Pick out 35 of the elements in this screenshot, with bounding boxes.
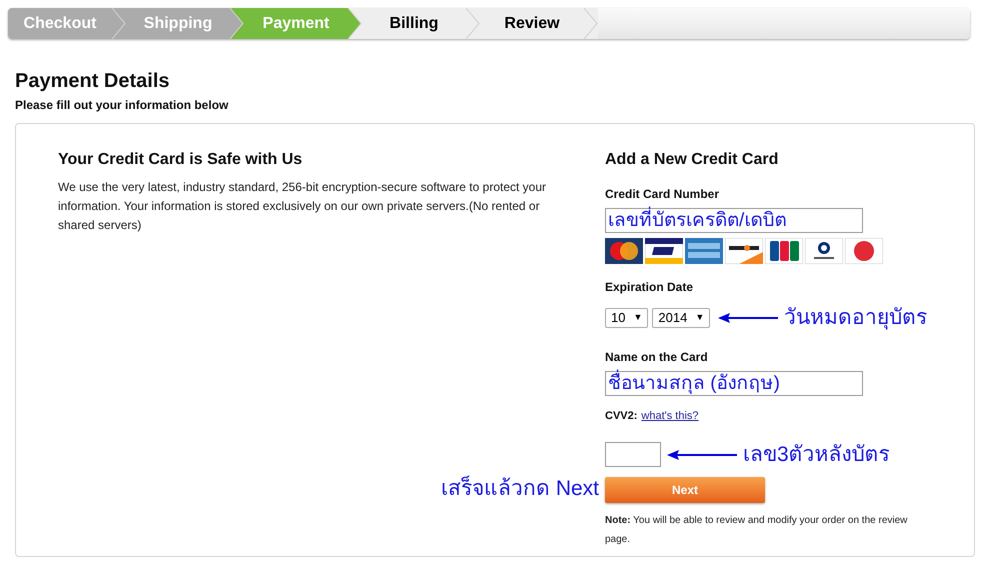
field-label: Credit Card Number [605, 186, 720, 203]
cvv-field[interactable] [605, 442, 661, 468]
step-tab[interactable]: Review [480, 8, 584, 39]
field-label: CVV2: [605, 408, 638, 424]
section-title: Your Credit Card is Safe with Us [58, 150, 304, 170]
card-logo-icon [605, 238, 643, 264]
chevron-separator-icon [584, 8, 598, 39]
card-logo-icon [765, 238, 803, 264]
annotation-text: วันหมดอายุบัตร [784, 305, 928, 332]
year-select[interactable]: 2014 ▼ [652, 308, 710, 328]
arrow-icon [667, 448, 737, 461]
note-text: Note: You will be able to review and modify your order on the review page. [605, 514, 908, 546]
form-title: Add a New Credit Card [605, 150, 780, 170]
annotation-text: เสร็จแล้วกด Next [440, 474, 599, 502]
field-label: Name on the Card [605, 348, 709, 366]
month-select[interactable]: 10 ▼ [605, 308, 648, 328]
caret-icon: ▼ [695, 311, 704, 324]
card-logo-icon [645, 238, 683, 264]
card-number-field[interactable]: เลขที่บัตรเครดิต/เดบิต [605, 208, 863, 233]
card-logo-icon [845, 238, 883, 264]
page-title: Payment Details [15, 69, 171, 93]
security-text: We use the very latest, industry standard, 256-bit encryption-secure software to protect your information. Your information is stored exclusively on our own private servers.(No rented or shared servers) [58, 179, 548, 234]
field-label: Expiration Date [605, 279, 694, 296]
card-logo-icon [805, 238, 843, 264]
annotation-text: เลข3ตัวหลังบัตร [743, 442, 890, 468]
name-field[interactable]: ชื่อนามสกุล (อังกฤษ) [605, 370, 863, 396]
caret-icon: ▼ [633, 311, 642, 324]
help-link[interactable]: what's this? [641, 408, 699, 424]
card-logo-icon [725, 238, 763, 264]
select-value: 10 [611, 309, 626, 327]
step-tab[interactable]: Billing [362, 8, 466, 39]
arrow-icon [718, 312, 778, 324]
card-logo-icon [685, 238, 723, 264]
page-subtitle: Please fill out your information below [15, 97, 230, 114]
select-value: 2014 [658, 309, 688, 327]
